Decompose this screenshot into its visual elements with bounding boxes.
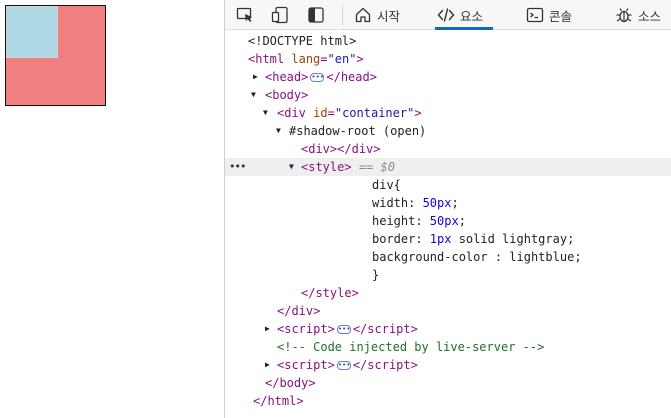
ellipsis-icon[interactable]: ••• [336, 361, 351, 370]
dom-node-doctype[interactable]: <!DOCTYPE html> [225, 32, 671, 50]
dom-node-inner-div[interactable]: <div></div> [225, 140, 671, 158]
dom-node-script[interactable]: ▶ <script> ••• </script> [225, 320, 671, 338]
ellipsis-icon[interactable]: ••• [310, 73, 325, 82]
container-box[interactable] [5, 5, 106, 106]
css-text-line[interactable]: background-color : lightblue; [225, 248, 671, 266]
toolbar-separator [342, 5, 343, 25]
collapse-triangle-icon[interactable]: ▼ [251, 86, 256, 104]
ellipsis-icon[interactable]: ••• [336, 325, 351, 334]
code-icon [437, 8, 455, 22]
dom-node-container-div[interactable]: ▼ <div id="container"> [225, 104, 671, 122]
expand-triangle-icon[interactable]: ▶ [265, 356, 270, 374]
expand-triangle-icon[interactable]: ▶ [253, 68, 258, 86]
more-actions-icon[interactable]: ••• [229, 158, 246, 176]
tab-console-label: 콘솔 [549, 8, 573, 24]
dom-node-html-close[interactable]: </html> [225, 392, 671, 410]
bug-icon [616, 8, 632, 23]
tab-elements[interactable]: 요소 [434, 0, 494, 30]
home-icon [355, 7, 371, 23]
css-text-line[interactable]: width: 50px; [225, 194, 671, 212]
dom-node-style-close[interactable]: </style> [225, 284, 671, 302]
collapse-triangle-icon[interactable]: ▼ [276, 122, 281, 140]
dom-node-container-div-close[interactable]: </div> [225, 302, 671, 320]
tab-elements-label: 요소 [460, 8, 484, 24]
dom-node-style-selected[interactable]: ••• ▼ <style> == $0 [225, 158, 671, 176]
css-text-line[interactable]: div{ [225, 176, 671, 194]
device-emulation-icon[interactable] [271, 6, 289, 24]
console-icon [526, 7, 544, 23]
tab-welcome-label: 시작 [377, 8, 401, 24]
dom-node-comment[interactable]: <!-- Code injected by live-server --> [225, 338, 671, 356]
css-text-line[interactable]: } [225, 266, 671, 284]
devtools-panel: 시작 요소 콘솔 소스 <!DOCTYPE html> <html lang="… [224, 0, 671, 418]
dom-node-head[interactable]: ▶ <head> ••• </head> [225, 68, 671, 86]
dom-node-body-close[interactable]: </body> [225, 374, 671, 392]
tab-console[interactable]: 콘솔 [526, 0, 572, 30]
tab-sources[interactable]: 소스 [615, 0, 661, 30]
dom-node-shadow-root[interactable]: ▼ #shadow-root (open) [225, 122, 671, 140]
devtools-toolbar: 시작 요소 콘솔 소스 [225, 0, 671, 30]
dock-icon[interactable] [307, 6, 325, 24]
tab-sources-label: 소스 [638, 8, 662, 24]
selected-node-marker: == $0 [358, 160, 395, 174]
page-viewport [0, 0, 224, 418]
dom-node-body[interactable]: ▼ <body> [225, 86, 671, 104]
tab-welcome[interactable]: 시작 [354, 0, 400, 30]
expand-triangle-icon[interactable]: ▶ [265, 320, 270, 338]
css-text-line[interactable]: border: 1px solid lightgray; [225, 230, 671, 248]
collapse-triangle-icon[interactable]: ▼ [289, 158, 294, 176]
collapse-triangle-icon[interactable]: ▼ [263, 104, 268, 122]
css-text-line[interactable]: height: 50px; [225, 212, 671, 230]
dom-node-html[interactable]: <html lang="en"> [225, 50, 671, 68]
inspect-icon[interactable] [236, 6, 254, 24]
shadow-div-box[interactable] [6, 6, 58, 58]
dom-node-script[interactable]: ▶ <script> ••• </script> [225, 356, 671, 374]
